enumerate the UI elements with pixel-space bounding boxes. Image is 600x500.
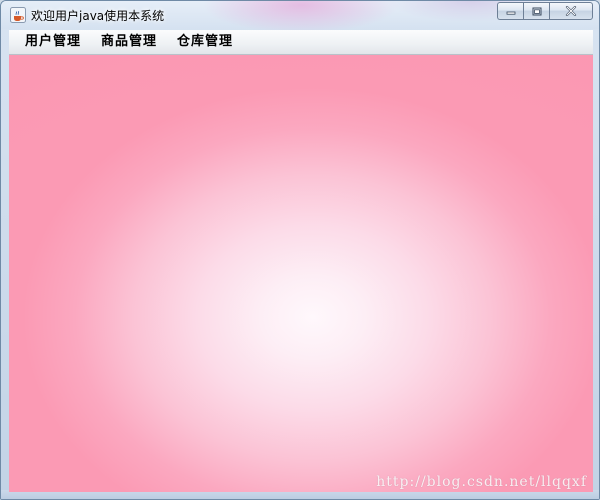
minimize-button[interactable] [497,2,523,20]
window-title: 欢迎用户java使用本系统 [31,9,165,23]
maximize-button[interactable] [523,2,549,20]
blog-watermark: http://blog.csdn.net/llqqxf [376,474,587,490]
minimize-icon [506,11,515,15]
menu-warehouse-management[interactable]: 仓库管理 [171,31,239,53]
title-bar[interactable]: 欢迎用户java使用本系统 [1,1,599,29]
menu-user-management[interactable]: 用户管理 [19,31,87,53]
maximize-icon [532,7,541,15]
close-icon [565,6,577,16]
menu-product-management[interactable]: 商品管理 [95,31,163,53]
close-button[interactable] [549,2,593,20]
menu-bar: 用户管理 商品管理 仓库管理 [9,30,593,55]
window-left-border[interactable] [1,29,9,499]
window-controls [497,2,593,21]
java-cup-icon[interactable] [10,7,26,23]
desktop-content-area[interactable]: http://blog.csdn.net/llqqxf [9,55,593,492]
main-window: 欢迎用户java使用本系统 用户管理 商品管理 仓库管理 http://blog… [0,0,600,500]
